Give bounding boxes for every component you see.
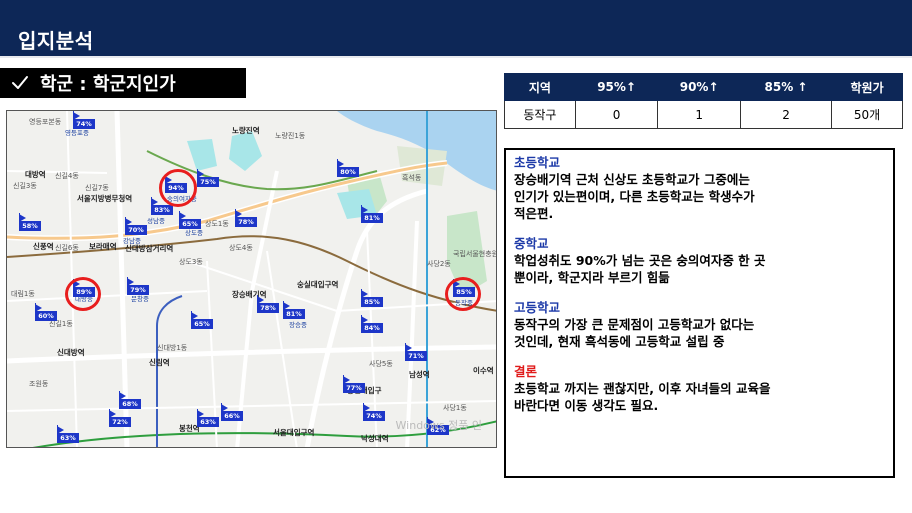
place-label: 신길6동 [55, 244, 79, 252]
school-pin: 68% [119, 391, 141, 409]
place-label: 숭실대입구역 [297, 280, 339, 289]
page-title: 입지분석 [18, 29, 94, 53]
place-label: 사당1동 [443, 404, 467, 412]
place-label: 신풍역 [33, 242, 54, 251]
note-text: 동작구의 가장 큰 문제점이 고등학교가 없다는 것인데, 현재 흑석동에 고등… [514, 317, 755, 349]
school-pin: 80% [337, 159, 359, 177]
place-label: 영등포본동 [29, 118, 62, 126]
place-label: 신길4동 [55, 172, 79, 180]
place-label: 대림1동 [11, 290, 35, 298]
school-pin: 78% [235, 209, 257, 227]
place-label: 상도3동 [179, 258, 203, 266]
place-label: 신대방1동 [157, 344, 188, 352]
note-middle: 중학교 학업성취도 90%가 넘는 곳은 숭의여자중 한 곳 뿐이라, 학군지라… [514, 235, 885, 286]
place-label: 상도4동 [229, 244, 253, 252]
table-header-row: 지역 95%↑ 90%↑ 85% ↑ 학원가 [504, 73, 903, 101]
school-pin: 70% [125, 217, 147, 235]
place-label: 서울지방병무청역 [77, 194, 133, 203]
check-icon [12, 76, 28, 89]
place-label: 흑석동 [402, 174, 422, 182]
place-label: 상도1동 [205, 220, 229, 228]
note-heading: 결론 [514, 364, 538, 379]
school-pin: 65% [179, 211, 201, 229]
column-header: 85% ↑ [739, 73, 833, 101]
analysis-notes: 초등학교 장승배기역 근처 신상도 초등학교가 그중에는 인기가 있는편이며, … [504, 148, 895, 478]
note-high: 고등학교 동작구의 가장 큰 문제점이 고등학교가 없다는 것인데, 현재 흑석… [514, 299, 885, 350]
place-label: 노량진역 [232, 126, 260, 135]
note-conclusion: 결론 초등학교 까지는 괜찮지만, 이후 자녀들의 교육을 바란다면 이동 생각… [514, 363, 885, 414]
place-label: 대방역 [25, 170, 46, 179]
school-pin: 63% [57, 425, 79, 443]
section-title: 학군 : 학군지인가 [40, 74, 176, 95]
place-label: 사당5동 [369, 360, 393, 368]
column-header: 90%↑ [657, 73, 741, 101]
school-district-map: 영등포본동 노량진역 노량진1동 신길3동 신길7동 신길4동 서울지방병무청역… [6, 110, 497, 448]
school-pin: 84% [361, 315, 383, 333]
place-label: 조원동 [29, 380, 49, 388]
highlight-circle [159, 169, 197, 207]
table-cell: 50개 [831, 100, 903, 129]
school-pin: 65% [191, 311, 213, 329]
school-pin: 81% [283, 301, 305, 319]
place-label: 서울대입구역 [273, 428, 315, 437]
table-cell: 2 [739, 100, 833, 129]
school-pin: 79% [127, 277, 149, 295]
school-pin: 63% [197, 409, 219, 427]
highlight-circle [445, 277, 481, 311]
stats-table: 지역 95%↑ 90%↑ 85% ↑ 학원가 동작구 0 1 2 50개 [504, 73, 903, 129]
header-divider [0, 56, 912, 58]
school-pin: 66% [221, 403, 243, 421]
header-bar: 입지분석 [0, 0, 912, 58]
place-label: 신길3동 [13, 182, 37, 190]
note-elementary: 초등학교 장승배기역 근처 신상도 초등학교가 그중에는 인기가 있는편이며, … [514, 154, 885, 222]
note-text: 초등학교 까지는 괜찮지만, 이후 자녀들의 교육을 바란다면 이동 생각도 필… [514, 381, 771, 413]
place-label: 신대방역 [57, 348, 85, 357]
place-label: 보라매역 [89, 242, 117, 251]
school-pin: 81% [361, 205, 383, 223]
highlight-circle [65, 277, 101, 311]
table-cell: 동작구 [504, 100, 576, 129]
school-pin: 71% [405, 343, 427, 361]
note-heading: 중학교 [514, 236, 549, 251]
note-text: 학업성취도 90%가 넘는 곳은 숭의여자중 한 곳 뿐이라, 학군지라 부르기… [514, 253, 766, 285]
table-row: 동작구 0 1 2 50개 [504, 100, 903, 129]
school-pin: 58% [19, 213, 41, 231]
column-header: 95%↑ [574, 73, 659, 101]
place-label: 신림역 [149, 358, 170, 367]
school-pin: 83% [151, 197, 173, 215]
school-pin: 74% [73, 111, 95, 129]
place-label: 남성역 [409, 370, 430, 379]
place-label: 신길7동 [85, 184, 109, 192]
school-pin: 75% [197, 169, 219, 187]
school-pin: 78% [257, 295, 279, 313]
watermark-text: Windows 정품 인 [395, 419, 482, 432]
table-cell: 1 [657, 100, 741, 129]
school-pin: 74% [363, 403, 385, 421]
place-label: 국립서울현충원 [453, 250, 497, 258]
school-label: 장승중 [289, 321, 307, 329]
school-pin: 72% [109, 409, 131, 427]
school-pin: 60% [35, 303, 57, 321]
school-pin: 85% [361, 289, 383, 307]
section-title-bar: 학군 : 학군지인가 [0, 68, 246, 98]
place-label: 낙성대역 [361, 434, 389, 443]
column-header: 지역 [504, 73, 576, 101]
school-label: 강남중 [123, 237, 141, 245]
school-pin: 77% [343, 375, 365, 393]
place-label: 노량진1동 [275, 132, 306, 140]
column-header: 학원가 [831, 73, 903, 101]
note-heading: 고등학교 [514, 300, 561, 315]
school-label: 성남중 [147, 217, 165, 225]
place-label: 사당2동 [427, 260, 451, 268]
table-cell: 0 [574, 100, 659, 129]
note-text: 장승배기역 근처 신상도 초등학교가 그중에는 인기가 있는편이며, 다른 초등… [514, 172, 755, 221]
note-heading: 초등학교 [514, 155, 561, 170]
place-label: 이수역 [473, 366, 494, 375]
